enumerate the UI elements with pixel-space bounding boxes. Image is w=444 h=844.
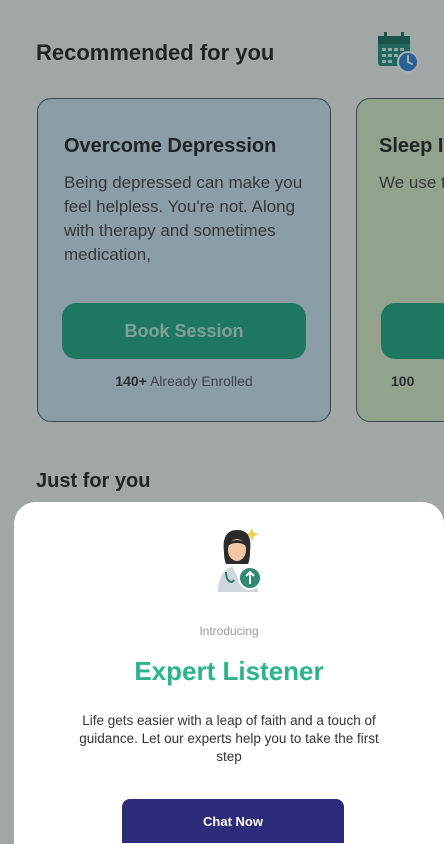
sheet-description: Life gets easier with a leap of faith an… [79,713,379,764]
chat-now-button[interactable]: Chat Now [122,799,344,843]
sheet-title: Expert Listener [134,656,324,686]
introducing-label: Introducing [199,624,259,638]
screen: Recommended for you Overcome Depression … [0,0,444,844]
doctor-avatar-icon [218,528,262,592]
expert-listener-sheet: Introducing Expert Listener Life gets ea… [14,502,444,844]
